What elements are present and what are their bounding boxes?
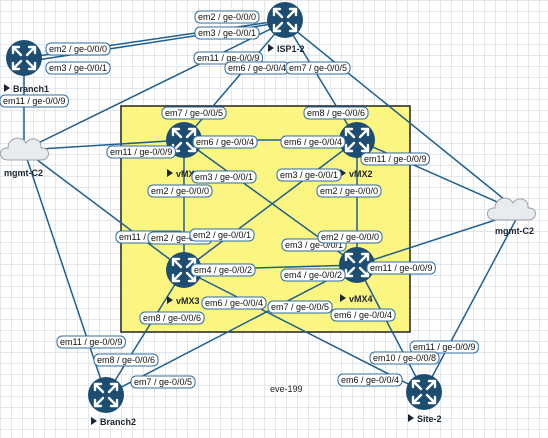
iface-label[interactable]: em2 / ge-0/0/1 [189,228,255,242]
svg-text:em2 / ge-0/0/0: em2 / ge-0/0/0 [198,12,256,22]
router-vmx3-label: vMX3 [176,296,200,306]
router-icon [6,40,42,76]
iface-label[interactable]: em10 / ge-0/0/8 [369,351,440,365]
svg-text:em3 / ge-0/0/1: em3 / ge-0/0/1 [198,28,256,38]
svg-text:em6 / ge-0/0/4: em6 / ge-0/0/4 [196,137,254,147]
iface-label[interactable]: em6 / ge-0/0/4 [224,61,290,75]
svg-text:em7 / ge-0/0/5: em7 / ge-0/0/5 [165,108,223,118]
topology-canvas: eve-199 mgmt-C2 mgmt-C2 ISP1-2 Branch1 v… [0,2,536,427]
iface-label[interactable]: em3 / ge-0/0/1 [276,168,342,182]
svg-text:em4 / ge-0/0/2: em4 / ge-0/0/2 [194,265,252,275]
iface-label[interactable]: em6 / ge-0/0/4 [280,135,346,149]
mgmt-cloud-left-label: mgmt-C2 [4,168,43,178]
router-branch2[interactable] [88,377,124,413]
svg-text:em6 / ge-0/0/4: em6 / ge-0/0/4 [334,310,392,320]
iface-label[interactable]: em2 / ge-0/0/0 [45,42,111,56]
iface-label[interactable]: em6 / ge-0/0/4 [337,373,403,387]
svg-text:em7 / ge-0/0/5: em7 / ge-0/0/5 [134,377,192,387]
lab-name-label: eve-199 [270,384,303,394]
iface-label[interactable]: em7 / ge-0/0/5 [161,106,227,120]
iface-label[interactable]: em7 / ge-0/0/5 [130,375,196,389]
play-icon[interactable] [91,417,97,425]
play-icon[interactable] [4,84,10,92]
svg-text:em8 / ge-0/0/6: em8 / ge-0/0/6 [97,355,155,365]
router-vmx4-label: vMX4 [349,294,373,304]
play-icon[interactable] [408,414,414,422]
router-icon [406,374,442,410]
router-icon [88,377,124,413]
iface-label[interactable]: em7 / ge-0/0/5 [285,61,351,75]
play-icon[interactable] [268,44,274,52]
iface-label[interactable]: em4 / ge-0/0/2 [280,268,346,282]
iface-label[interactable]: em8 / ge-0/0/6 [93,353,159,367]
iface-label[interactable]: em11 / ge-0/0/9 [0,94,69,108]
iface-label[interactable]: em8 / ge-0/0/6 [303,106,369,120]
iface-label[interactable]: em11 / ge-0/0/9 [106,145,176,159]
svg-text:em11 / ge-0/0/9: em11 / ge-0/0/9 [110,147,172,157]
iface-label[interactable]: em3 / ge-0/0/1 [194,26,260,40]
router-isp-label: ISP1-2 [277,44,305,54]
svg-text:em3 / ge-0/0/1: em3 / ge-0/0/1 [280,170,338,180]
svg-text:em7 / ge-0/0/5: em7 / ge-0/0/5 [271,302,329,312]
iface-label[interactable]: em7 / ge-0/0/5 [267,300,333,314]
router-site2[interactable] [406,374,442,410]
svg-text:em6 / ge-0/0/4: em6 / ge-0/0/4 [341,375,399,385]
router-branch2-label: Branch2 [100,417,136,427]
iface-label[interactable]: em6 / ge-0/0/4 [201,296,267,310]
svg-text:em7 / ge-0/0/5: em7 / ge-0/0/5 [289,63,347,73]
iface-label[interactable]: em8 / ge-0/0/6 [139,311,205,325]
iface-label[interactable]: em11 / ge-0/0/9 [366,261,436,275]
iface-label[interactable]: em2 / ge-0/0/0 [316,184,382,198]
router-icon [267,2,303,38]
svg-text:em2 / ge-0/0/0: em2 / ge-0/0/0 [151,186,209,196]
svg-text:em2 / ge-0/0/1: em2 / ge-0/0/1 [193,230,251,240]
iface-label[interactable]: em11 / ge-0/0/9 [360,152,430,166]
iface-label[interactable]: em3 / ge-0/0/1 [191,170,257,184]
svg-text:em10 / ge-0/0/8: em10 / ge-0/0/8 [373,353,436,363]
iface-label[interactable]: em11 / ge-0/0/9 [409,340,479,354]
svg-text:em11 / ge-0/0/9: em11 / ge-0/0/9 [370,263,432,273]
svg-text:em6 / ge-0/0/4: em6 / ge-0/0/4 [228,63,286,73]
router-vmx2-label: vMX2 [349,169,373,179]
router-branch1-label: Branch1 [13,84,49,94]
svg-text:em8 / ge-0/0/6: em8 / ge-0/0/6 [307,108,365,118]
iface-label[interactable]: em2 / ge-0/0/0 [317,230,383,244]
svg-text:em11 / ge-0/0/9: em11 / ge-0/0/9 [60,337,122,347]
svg-text:em11 / ge-0/0/9: em11 / ge-0/0/9 [3,96,65,106]
iface-label[interactable]: em6 / ge-0/0/4 [330,308,396,322]
router-isp[interactable] [267,2,303,38]
svg-text:em3 / ge-0/0/1: em3 / ge-0/0/1 [49,63,107,73]
svg-text:em2 / ge-0/0/0: em2 / ge-0/0/0 [49,44,107,54]
svg-text:em6 / ge-0/0/4: em6 / ge-0/0/4 [205,298,263,308]
iface-label[interactable]: em3 / ge-0/0/1 [45,61,111,75]
svg-text:em4 / ge-0/0/2: em4 / ge-0/0/2 [284,270,342,280]
svg-text:em2 / ge-0/0/0: em2 / ge-0/0/0 [320,186,378,196]
svg-text:em6 / ge-0/0/4: em6 / ge-0/0/4 [284,137,342,147]
mgmt-cloud-right-label: mgmt-C2 [495,226,534,236]
iface-label[interactable]: em2 / ge-0/0/0 [194,10,260,24]
svg-text:em2 / ge-0/0/0: em2 / ge-0/0/0 [321,232,379,242]
svg-text:em11 / ge-0/0/9: em11 / ge-0/0/9 [364,154,426,164]
svg-text:em3 / ge-0/0/1: em3 / ge-0/0/1 [195,172,253,182]
router-branch1[interactable] [6,40,42,76]
svg-text:em8 / ge-0/0/6: em8 / ge-0/0/6 [143,313,201,323]
router-site2-label: Site-2 [417,414,442,424]
iface-label[interactable]: em11 / ge-0/0/9 [56,335,126,349]
svg-text:em11 / ge-0/0/9: em11 / ge-0/0/9 [413,342,475,352]
iface-label[interactable]: em6 / ge-0/0/4 [192,135,258,149]
iface-label[interactable]: em2 / ge-0/0/0 [147,184,213,198]
iface-label[interactable]: em4 / ge-0/0/2 [190,263,256,277]
